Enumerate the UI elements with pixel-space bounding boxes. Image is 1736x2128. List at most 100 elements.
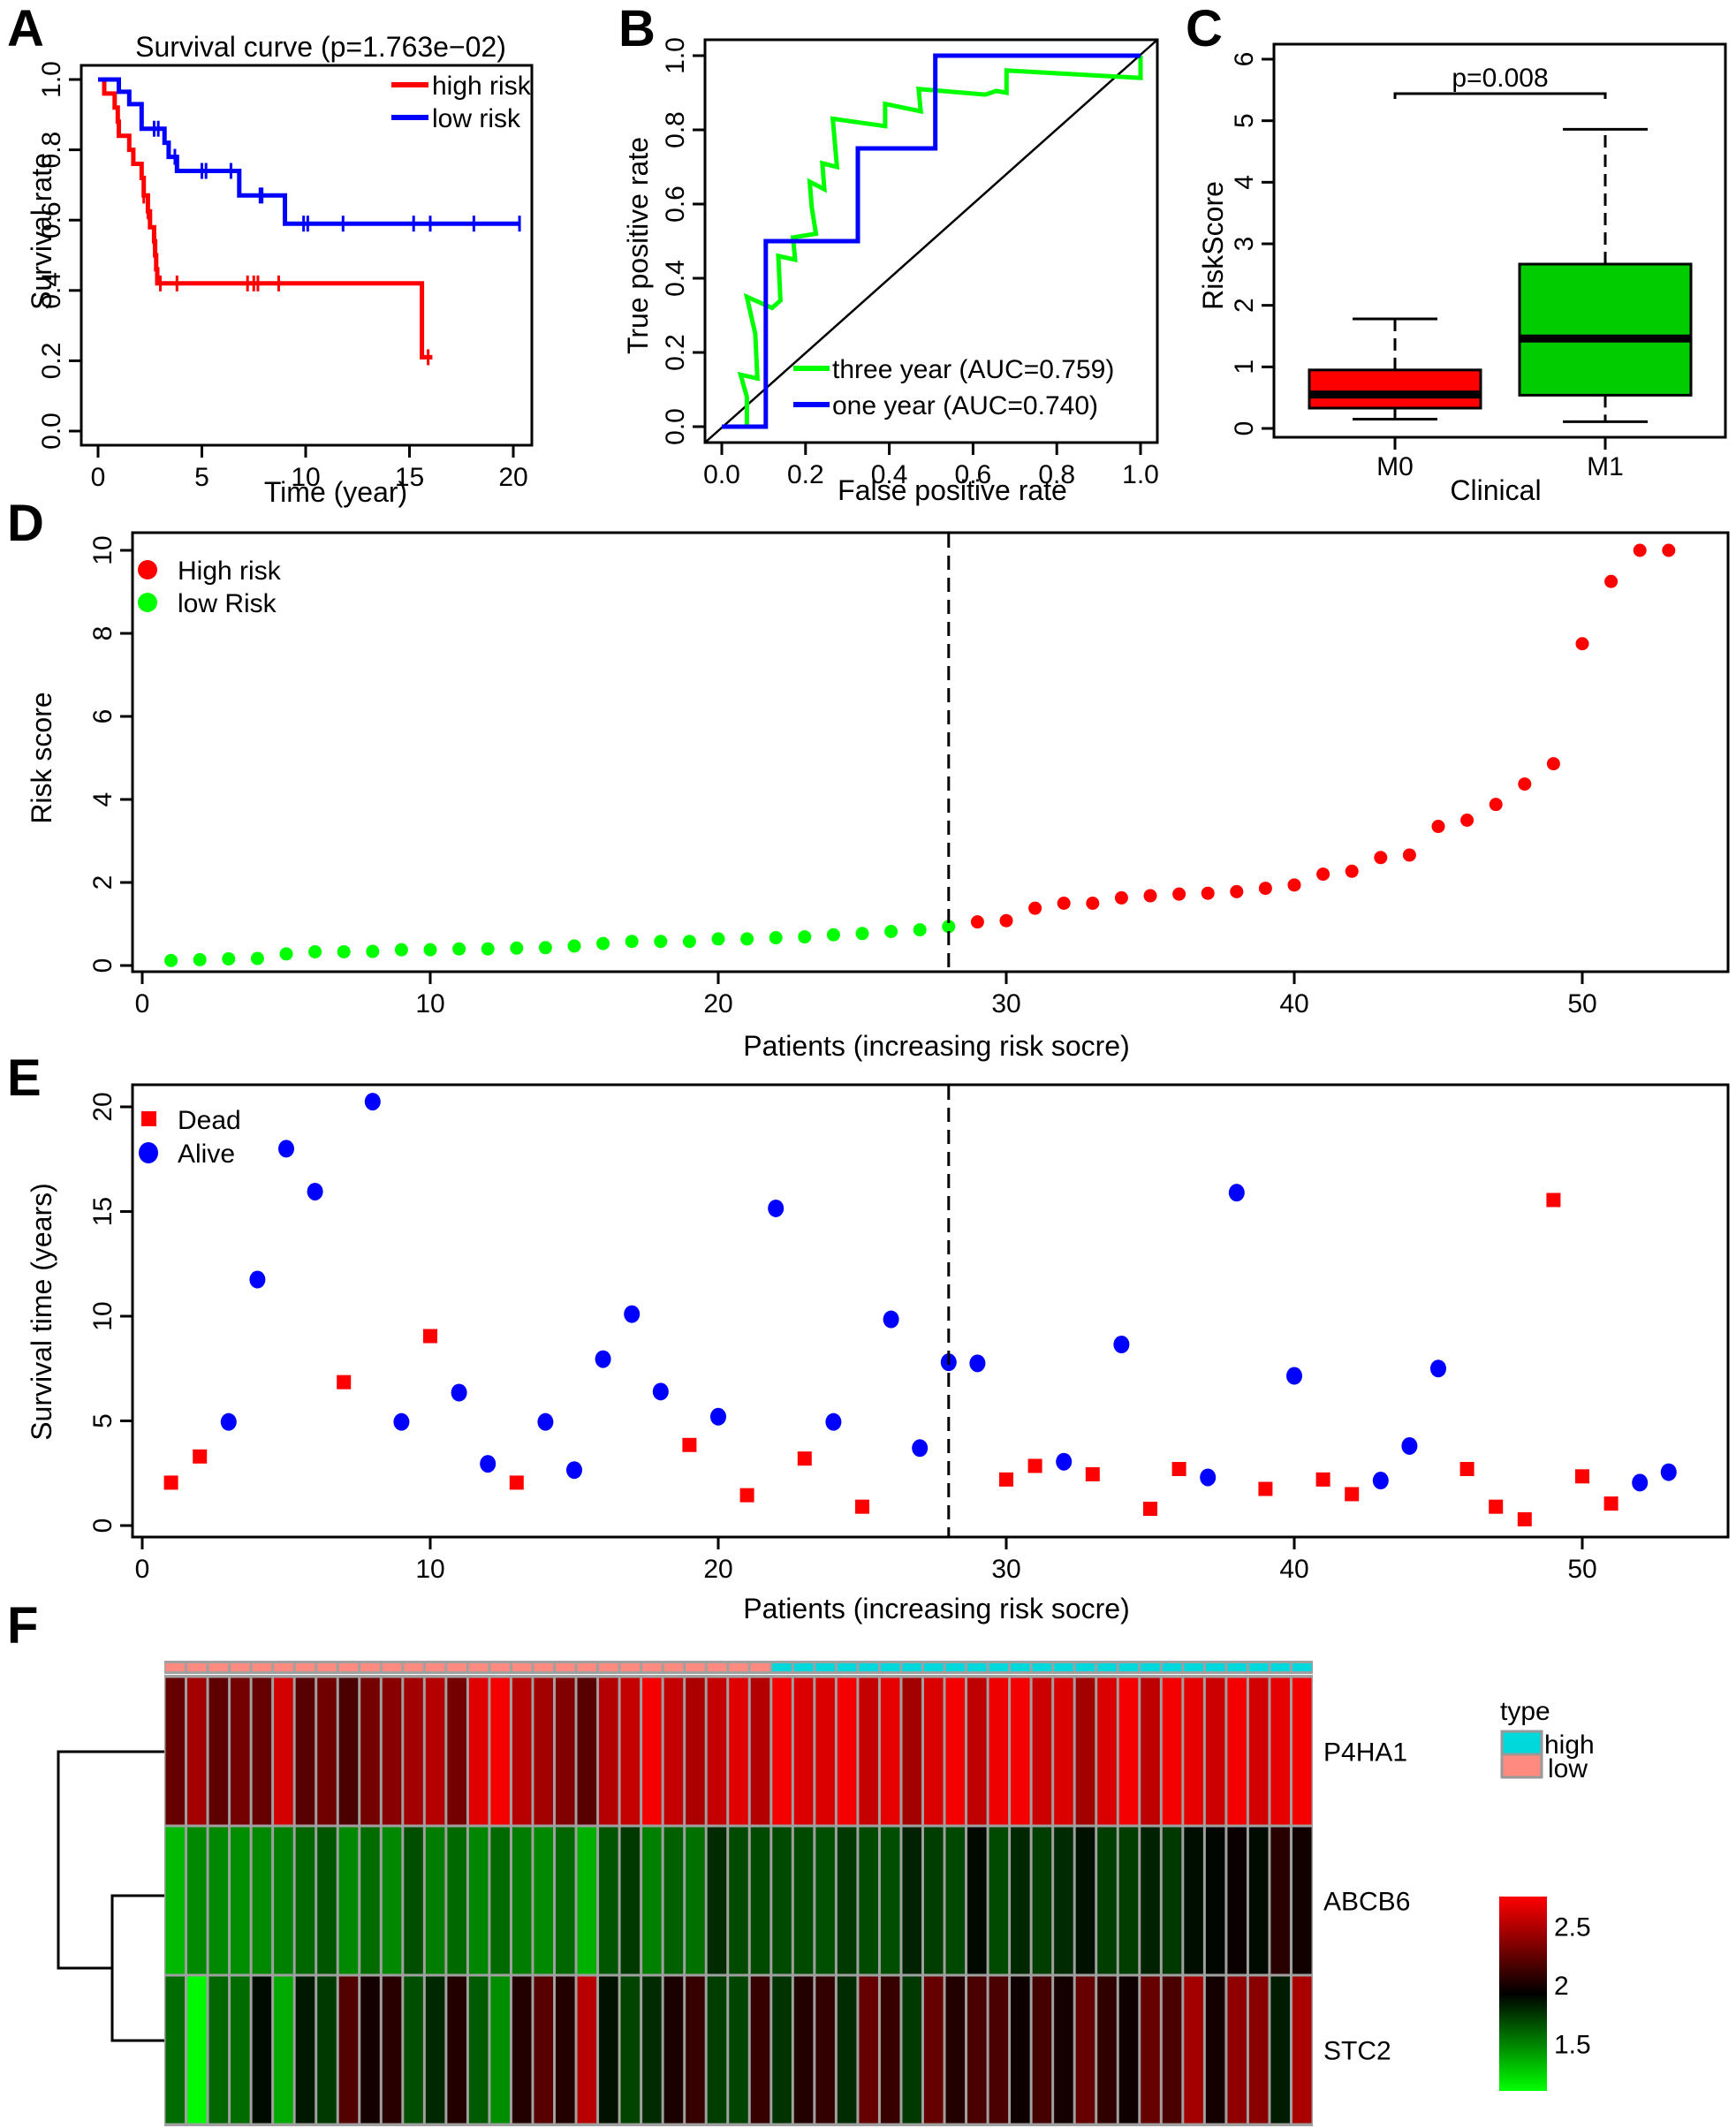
risk-point-low xyxy=(740,932,754,946)
risk-point-high xyxy=(1114,890,1128,905)
heatmap-cell-p4ha1 xyxy=(231,1677,250,1825)
risk-point-low xyxy=(798,930,812,944)
heatmap-cell-p4ha1 xyxy=(859,1677,878,1825)
heatmap-cell-abcb6 xyxy=(404,1827,423,1974)
panel-d-ytick-label: 6 xyxy=(88,709,118,724)
annotation-cell-high xyxy=(859,1663,878,1671)
risk-point-high xyxy=(999,913,1013,928)
panel-letters: A B C D E F xyxy=(7,0,1223,1655)
heatmap-cell-abcb6 xyxy=(1292,1827,1312,1974)
legend-marker-dead xyxy=(141,1111,156,1126)
risk-point-high xyxy=(1345,864,1359,878)
survival-point-alive xyxy=(249,1270,266,1289)
row-label-abcb6: ABCB6 xyxy=(1323,1888,1410,1917)
heatmap-cell-stc2 xyxy=(1054,1976,1073,2124)
annotation-cell-low xyxy=(231,1663,250,1671)
legend-label-low-risk-d: low Risk xyxy=(178,589,277,618)
survival-point-alive xyxy=(278,1140,294,1158)
heatmap-cell-stc2 xyxy=(1097,1976,1117,2124)
panel-letter-a: A xyxy=(7,0,44,57)
heatmap-cell-stc2 xyxy=(1248,1976,1269,2124)
heatmap-row-labels: P4HA1 ABCB6 STC2 xyxy=(1323,1738,1410,2066)
risk-point-high xyxy=(1431,820,1445,834)
panel-letter-c: C xyxy=(1186,0,1223,57)
heatmap-cell-p4ha1 xyxy=(556,1677,575,1825)
risk-point-high xyxy=(1258,882,1272,896)
heatmap-cell-p4ha1 xyxy=(338,1677,359,1825)
risk-point-low xyxy=(855,927,869,941)
survival-point-alive xyxy=(883,1310,899,1329)
panel-d-xtick-label: 50 xyxy=(1567,989,1596,1019)
survival-point-dead xyxy=(1546,1193,1561,1208)
annotation-cell-high xyxy=(1248,1663,1269,1671)
heatmap-cell-abcb6 xyxy=(1097,1827,1117,1974)
panel-d-xtick-label: 0 xyxy=(135,989,150,1019)
risk-point-high xyxy=(1604,574,1618,588)
panel-b-xtick-label: 0.8 xyxy=(1038,460,1075,489)
panel-c-significance: p=0.008 xyxy=(1393,64,1607,99)
annotation-cell-low xyxy=(425,1663,445,1671)
heatmap-cell-abcb6 xyxy=(425,1827,445,1974)
heatmap-cell-p4ha1 xyxy=(512,1677,532,1825)
risk-point-high xyxy=(1287,878,1301,892)
panel-e-survival-time-scatter: Patients (increasing risk socre) Surviva… xyxy=(26,1083,1730,1624)
box-m0 xyxy=(1308,368,1482,410)
heatmap-cell-stc2 xyxy=(620,1976,641,2124)
survival-point-dead xyxy=(739,1488,754,1503)
panel-a-xtick-label: 10 xyxy=(291,463,320,492)
heatmap-cell-stc2 xyxy=(729,1976,748,2124)
panel-a-xtick-label: 20 xyxy=(498,463,527,492)
panel-b-ytick-label: 0.8 xyxy=(661,111,690,148)
legend-label-high-risk: high risk xyxy=(432,72,532,101)
risk-point-high xyxy=(1489,798,1503,812)
heatmap-cell-p4ha1 xyxy=(317,1677,337,1825)
annotation-cell-high xyxy=(1205,1663,1225,1671)
survival-point-alive xyxy=(1372,1472,1389,1490)
annotation-cell-low xyxy=(750,1663,770,1671)
dendrogram-branch-abcb6-stc2 xyxy=(110,1894,164,2042)
panel-b-ylabel: True positive rate xyxy=(622,137,654,354)
heatmap-cell-stc2 xyxy=(252,1976,272,2124)
heatmap-cell-p4ha1 xyxy=(663,1677,684,1825)
panel-e-legend: Dead Alive xyxy=(139,1106,241,1169)
heatmap-cell-p4ha1 xyxy=(1075,1677,1095,1825)
panel-e-ytick-label: 5 xyxy=(88,1413,118,1428)
panel-e-xtick-label: 40 xyxy=(1279,1555,1308,1584)
heatmap-cell-stc2 xyxy=(338,1976,359,2124)
figure-canvas: A B C D E F Survival curve (p=1.763e−02)… xyxy=(7,0,1730,2126)
risk-point-high xyxy=(1086,897,1100,910)
annotation-cell-high xyxy=(793,1663,814,1671)
survival-point-alive xyxy=(652,1382,669,1401)
heatmap-cell-abcb6 xyxy=(1118,1827,1139,1974)
panel-d-ytick-label: 10 xyxy=(88,535,118,564)
heatmap-cell-stc2 xyxy=(208,1976,229,2124)
heatmap-cell-abcb6 xyxy=(556,1827,575,1974)
heatmap-cell-stc2 xyxy=(923,1976,944,2124)
risk-point-low xyxy=(366,944,380,958)
panel-c-ylabel: RiskScore xyxy=(1197,181,1229,310)
heatmap-cell-p4ha1 xyxy=(1270,1677,1290,1825)
heatmap-cell-stc2 xyxy=(1184,1976,1203,2124)
heatmap-cell-p4ha1 xyxy=(490,1677,510,1825)
heatmap-cell-p4ha1 xyxy=(404,1677,423,1825)
risk-point-low xyxy=(193,952,207,966)
survival-point-dead xyxy=(1315,1472,1330,1487)
heatmap-cell-stc2 xyxy=(1270,1976,1290,2124)
heatmap-cell-stc2 xyxy=(772,1976,792,2124)
heatmap-cell-abcb6 xyxy=(468,1827,489,1974)
panel-a-ytick-label: 0.4 xyxy=(37,272,66,309)
survival-point-alive xyxy=(1430,1359,1446,1378)
heatmap-cell-stc2 xyxy=(686,1976,705,2124)
panel-e-xtick-label: 0 xyxy=(135,1555,150,1584)
heatmap-cell-abcb6 xyxy=(577,1827,597,1974)
heatmap-cell-stc2 xyxy=(859,1976,878,2124)
survival-point-dead xyxy=(337,1374,352,1390)
annotation-cell-low xyxy=(729,1663,748,1671)
annotation-cell-high xyxy=(1227,1663,1247,1671)
heatmap-cell-abcb6 xyxy=(1162,1827,1182,1974)
heatmap-cell-stc2 xyxy=(577,1976,597,2124)
risk-point-high xyxy=(1546,757,1560,771)
survival-point-alive xyxy=(1632,1473,1649,1492)
survival-point-alive xyxy=(1660,1463,1677,1481)
heatmap-cell-abcb6 xyxy=(1205,1827,1225,1974)
